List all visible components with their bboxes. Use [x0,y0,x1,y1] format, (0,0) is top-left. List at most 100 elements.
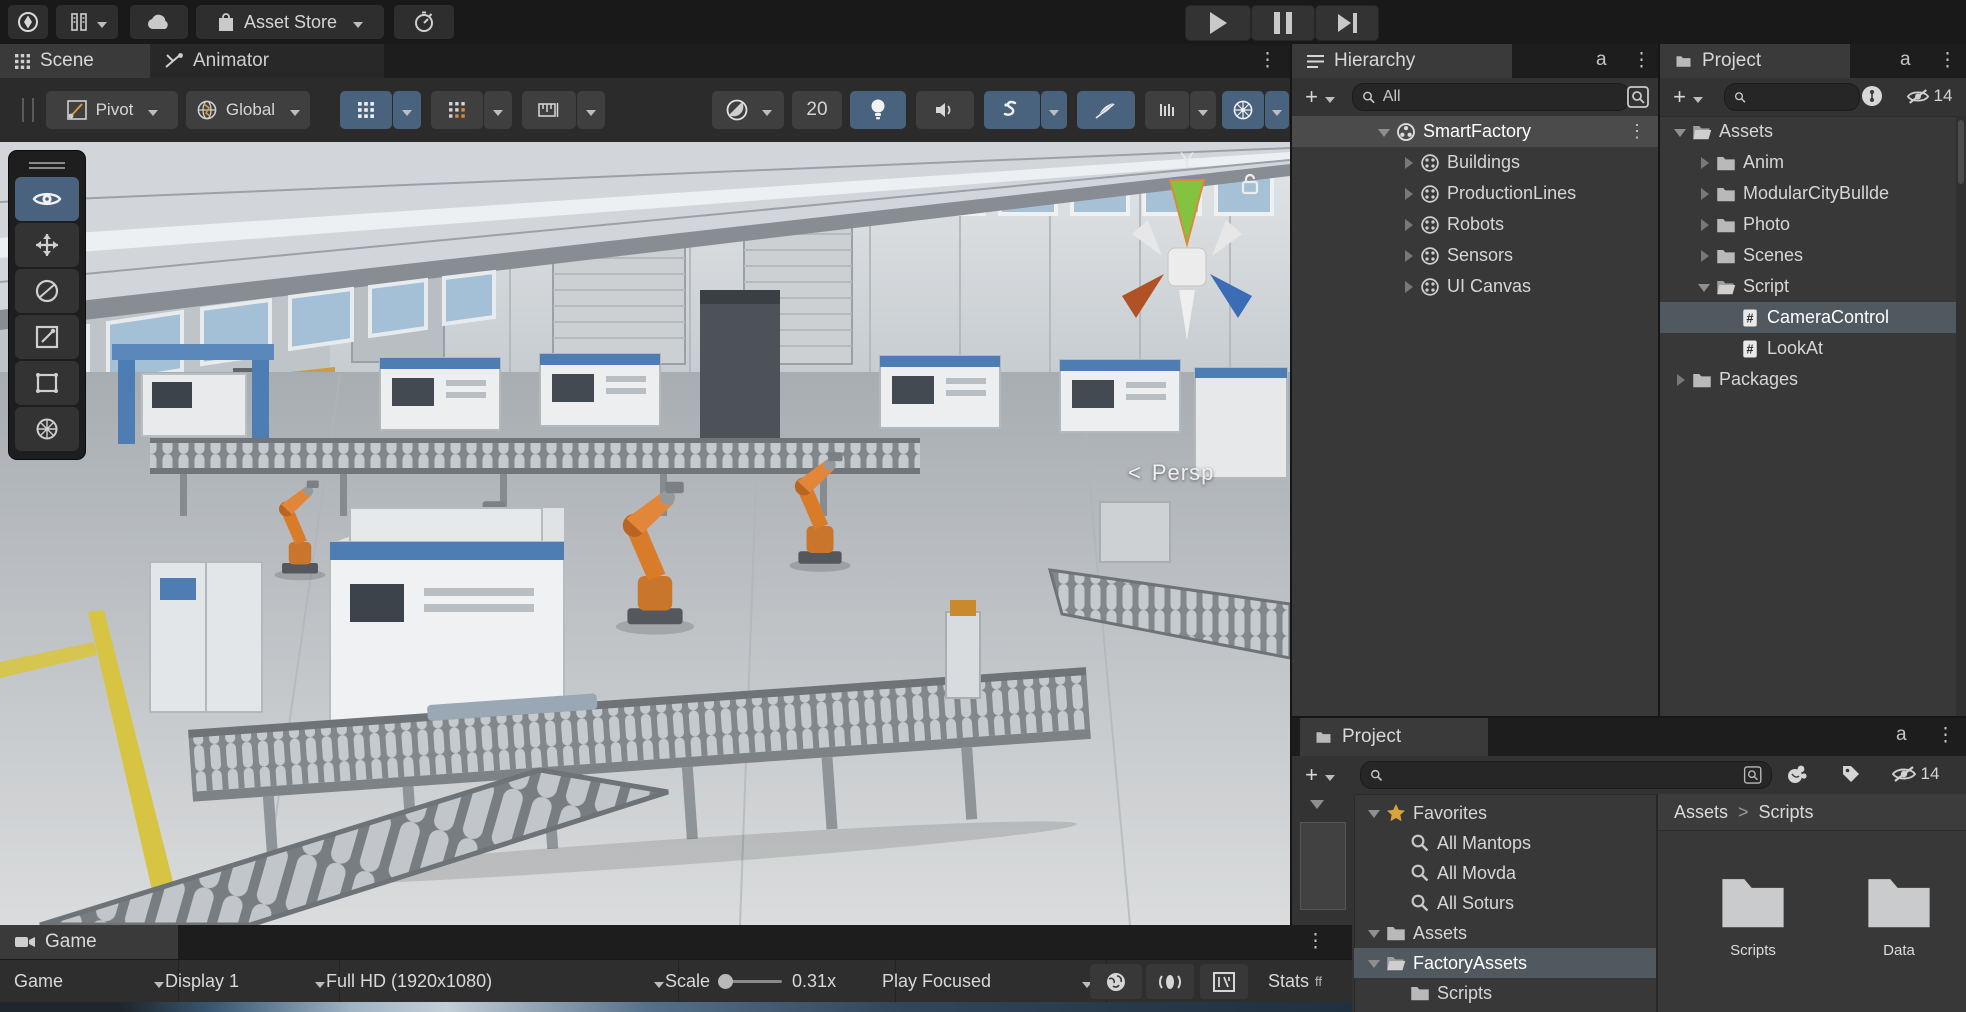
rotate-tool-button[interactable] [15,269,79,313]
stats-toggle[interactable]: Stats ff [1254,960,1352,1003]
shading-mode-dropdown[interactable] [712,91,784,129]
scale-slider[interactable] [720,980,782,983]
hierarchy-row[interactable]: ProductionLines [1292,178,1658,209]
units-caret[interactable] [577,91,605,129]
expander-icon[interactable] [1376,116,1395,147]
cloud-button[interactable] [130,5,188,39]
expander-icon[interactable] [1400,240,1419,271]
hidden-count-button[interactable]: 14 [1898,82,1960,110]
effects-toggle[interactable] [984,91,1040,129]
tab-animator[interactable]: Animator [150,44,384,78]
project-menu-kebab-icon[interactable]: ⋮ [1938,51,1957,70]
hierarchy-search[interactable] [1352,83,1630,111]
scroll-thumb[interactable] [1300,822,1346,910]
step-button[interactable] [1315,5,1379,41]
projection-toggle[interactable]: < Persp [1128,460,1214,486]
focus-dropdown[interactable]: Play Focused [868,960,1107,1003]
snap-increment-button[interactable] [431,91,483,129]
audio-toggle[interactable] [916,91,974,129]
expander-icon[interactable] [1400,271,1419,302]
grid-options-caret[interactable] [393,91,421,129]
project-row[interactable]: Script [1660,271,1956,302]
create-asset-button[interactable]: + [1666,83,1710,110]
expander-icon[interactable] [1390,828,1409,858]
view-tool-button[interactable] [15,177,79,221]
project-bottom-search-input[interactable] [1390,766,1735,784]
hierarchy-search-input[interactable] [1383,88,1620,106]
project-bottom-kebab-icon[interactable]: ⋮ [1936,726,1955,745]
expander-icon[interactable] [1672,116,1691,147]
expander-icon[interactable] [1696,240,1715,271]
scene-camera-caret[interactable] [1265,91,1289,129]
project-bottom-search[interactable] [1360,761,1772,789]
asset-tile[interactable]: Scripts [1694,866,1812,1012]
project-row[interactable]: CameraControl [1660,302,1956,333]
pivot-dropdown[interactable]: Pivot [46,91,178,129]
scene-viewport[interactable]: Y < Persp [0,142,1290,925]
lock-icon[interactable]: a [1896,724,1907,746]
hierarchy-row[interactable]: Sensors [1292,240,1658,271]
global-dropdown[interactable]: Global [186,91,310,129]
metrics-caret[interactable] [1190,91,1216,129]
create-button[interactable]: + [1298,83,1342,110]
lock-icon[interactable]: a [1900,49,1911,71]
project-row[interactable]: Packages [1660,364,1956,395]
project-row[interactable]: Assets [1660,116,1956,147]
expander-icon[interactable] [1696,209,1715,240]
snap-options-caret[interactable] [484,91,512,129]
scene-menu-kebab-icon[interactable]: ⋮ [1258,51,1277,70]
favorites-row[interactable]: All Soturs [1354,888,1656,918]
lighting-toggle[interactable] [850,91,906,129]
expander-icon[interactable] [1696,178,1715,209]
expander-icon[interactable] [1366,918,1385,948]
project-row[interactable]: Scenes [1660,240,1956,271]
expander-icon[interactable] [1390,888,1409,918]
hierarchy-row[interactable]: Robots [1292,209,1658,240]
favorites-row[interactable]: All Movda [1354,858,1656,888]
scrollbar-thumb[interactable] [1958,120,1964,184]
effects-caret[interactable] [1041,91,1067,129]
pause-button[interactable] [1251,5,1315,41]
toolbar-handle[interactable] [22,98,34,122]
scene-camera-button[interactable] [1222,91,1264,129]
project-scrollbar[interactable] [1956,116,1966,716]
tab-project[interactable]: Project [1660,44,1850,78]
tab-project-bottom[interactable]: Project [1300,718,1488,756]
scene-picker-icon[interactable] [1626,85,1650,109]
expander-icon[interactable] [1390,858,1409,888]
hierarchy-row[interactable]: SmartFactory ⋮ [1292,116,1658,147]
project-search-input[interactable] [1753,88,1850,106]
project-row[interactable]: Photo [1660,209,1956,240]
favorites-row[interactable]: FactoryAssets [1354,948,1656,978]
unity-logo-button[interactable] [8,5,48,39]
expander-icon[interactable] [1672,364,1691,395]
expander-icon[interactable] [1400,209,1419,240]
chevron-down-icon[interactable] [1310,800,1324,809]
panels-button[interactable] [56,5,118,39]
units-button[interactable] [522,91,576,129]
favorites-row[interactable]: Scripts [1354,978,1656,1008]
expander-icon[interactable] [1390,978,1409,1008]
palette-handle[interactable] [9,155,85,175]
mute-audio-button[interactable] [1090,964,1142,999]
project-search[interactable] [1724,83,1860,111]
play-button[interactable] [1185,5,1251,41]
version-badge-button[interactable] [1850,82,1894,110]
transform-tool-button[interactable] [15,407,79,451]
rect-tool-button[interactable] [15,361,79,405]
resolution-dropdown[interactable]: Full HD (1920x1080) [312,960,679,1003]
favorites-row[interactable]: Favorites [1354,798,1656,828]
project-row[interactable]: Anim [1660,147,1956,178]
hierarchy-menu-kebab-icon[interactable]: ⋮ [1632,51,1651,70]
expander-icon[interactable] [1366,798,1385,828]
expander-icon[interactable] [1400,178,1419,209]
breadcrumb-segment[interactable]: Scripts [1759,802,1814,823]
game-menu-kebab-icon[interactable]: ⋮ [1306,932,1325,951]
lock-icon[interactable]: a [1596,49,1607,71]
hierarchy-row[interactable]: Buildings [1292,147,1658,178]
favorites-row[interactable]: Assets [1354,918,1656,948]
project-row[interactable]: ModularCityBullde [1660,178,1956,209]
expander-icon[interactable] [1696,271,1715,302]
create-asset-button[interactable]: + [1298,761,1342,788]
favorites-row[interactable]: All Mantops [1354,828,1656,858]
